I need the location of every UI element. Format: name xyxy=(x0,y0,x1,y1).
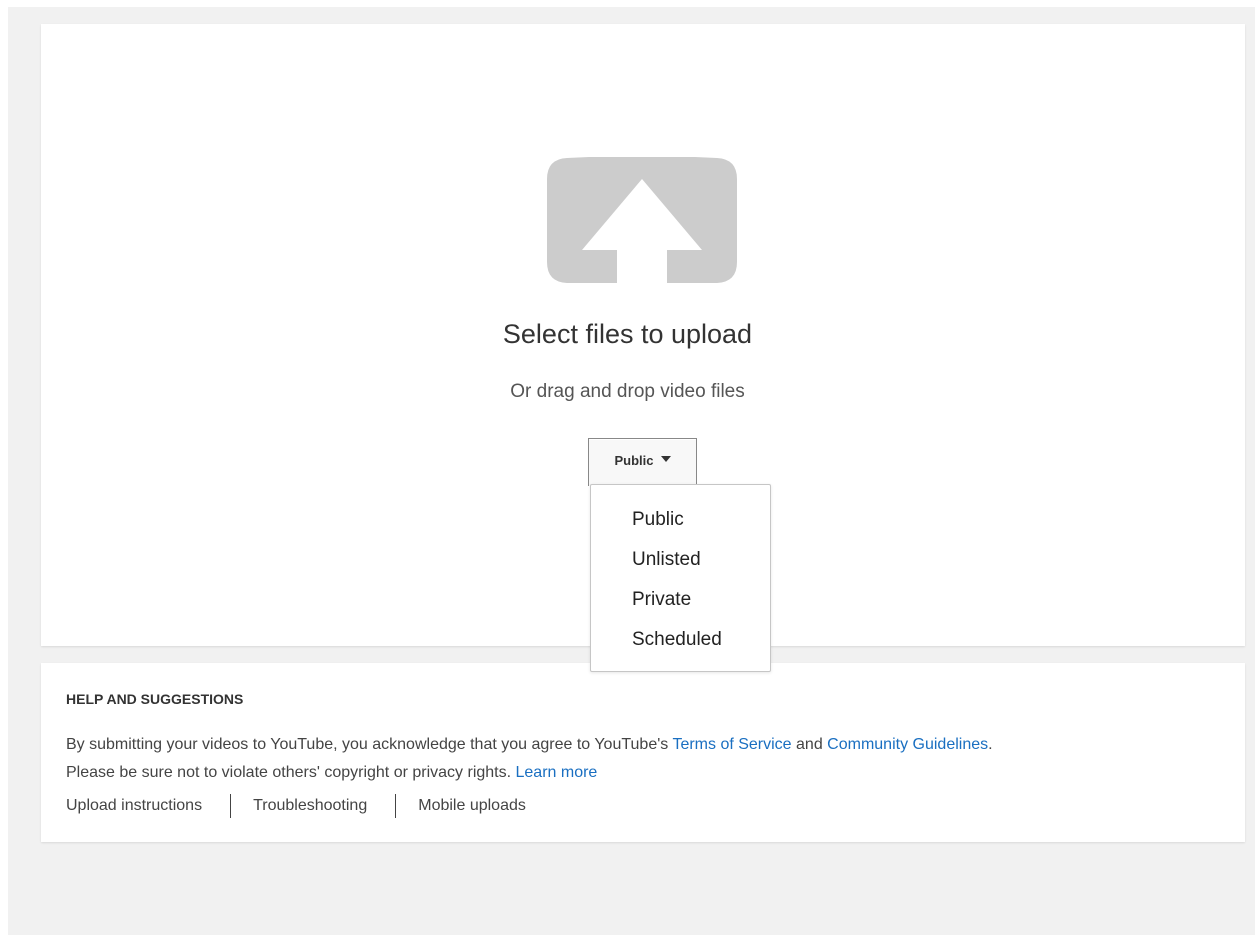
help-text-copyright: Please be sure not to violate others' co… xyxy=(66,764,516,781)
troubleshooting-link[interactable]: Troubleshooting xyxy=(253,794,367,818)
upload-title[interactable]: Select files to upload xyxy=(0,316,1255,352)
help-links-row: Upload instructions Troubleshooting Mobi… xyxy=(66,793,526,819)
help-heading: HELP AND SUGGESTIONS xyxy=(66,691,244,707)
caret-down-icon xyxy=(660,455,671,462)
upload-subtitle: Or drag and drop video files xyxy=(510,381,745,402)
mobile-uploads-link[interactable]: Mobile uploads xyxy=(418,794,526,818)
privacy-option-private[interactable]: Private xyxy=(591,586,770,626)
link-divider xyxy=(395,794,397,818)
privacy-option-unlisted[interactable]: Unlisted xyxy=(591,546,770,586)
privacy-selected-label: Public xyxy=(614,453,654,468)
privacy-dropdown-menu: Public Unlisted Private Scheduled xyxy=(590,484,771,672)
learn-more-link[interactable]: Learn more xyxy=(516,764,598,781)
privacy-option-public[interactable]: Public xyxy=(591,506,770,546)
link-divider xyxy=(230,794,232,818)
help-text-period: . xyxy=(988,736,993,753)
upload-arrow-icon[interactable] xyxy=(547,157,737,284)
help-text-and: and xyxy=(791,736,828,753)
upload-instructions-link[interactable]: Upload instructions xyxy=(66,794,202,818)
help-text-intro: By submitting your videos to YouTube, yo… xyxy=(66,736,673,753)
terms-of-service-link[interactable]: Terms of Service xyxy=(672,736,791,753)
privacy-option-scheduled[interactable]: Scheduled xyxy=(591,626,770,666)
help-terms-text: By submitting your videos to YouTube, yo… xyxy=(66,731,1226,787)
privacy-dropdown-button[interactable]: Public xyxy=(588,438,697,486)
community-guidelines-link[interactable]: Community Guidelines xyxy=(827,736,988,753)
